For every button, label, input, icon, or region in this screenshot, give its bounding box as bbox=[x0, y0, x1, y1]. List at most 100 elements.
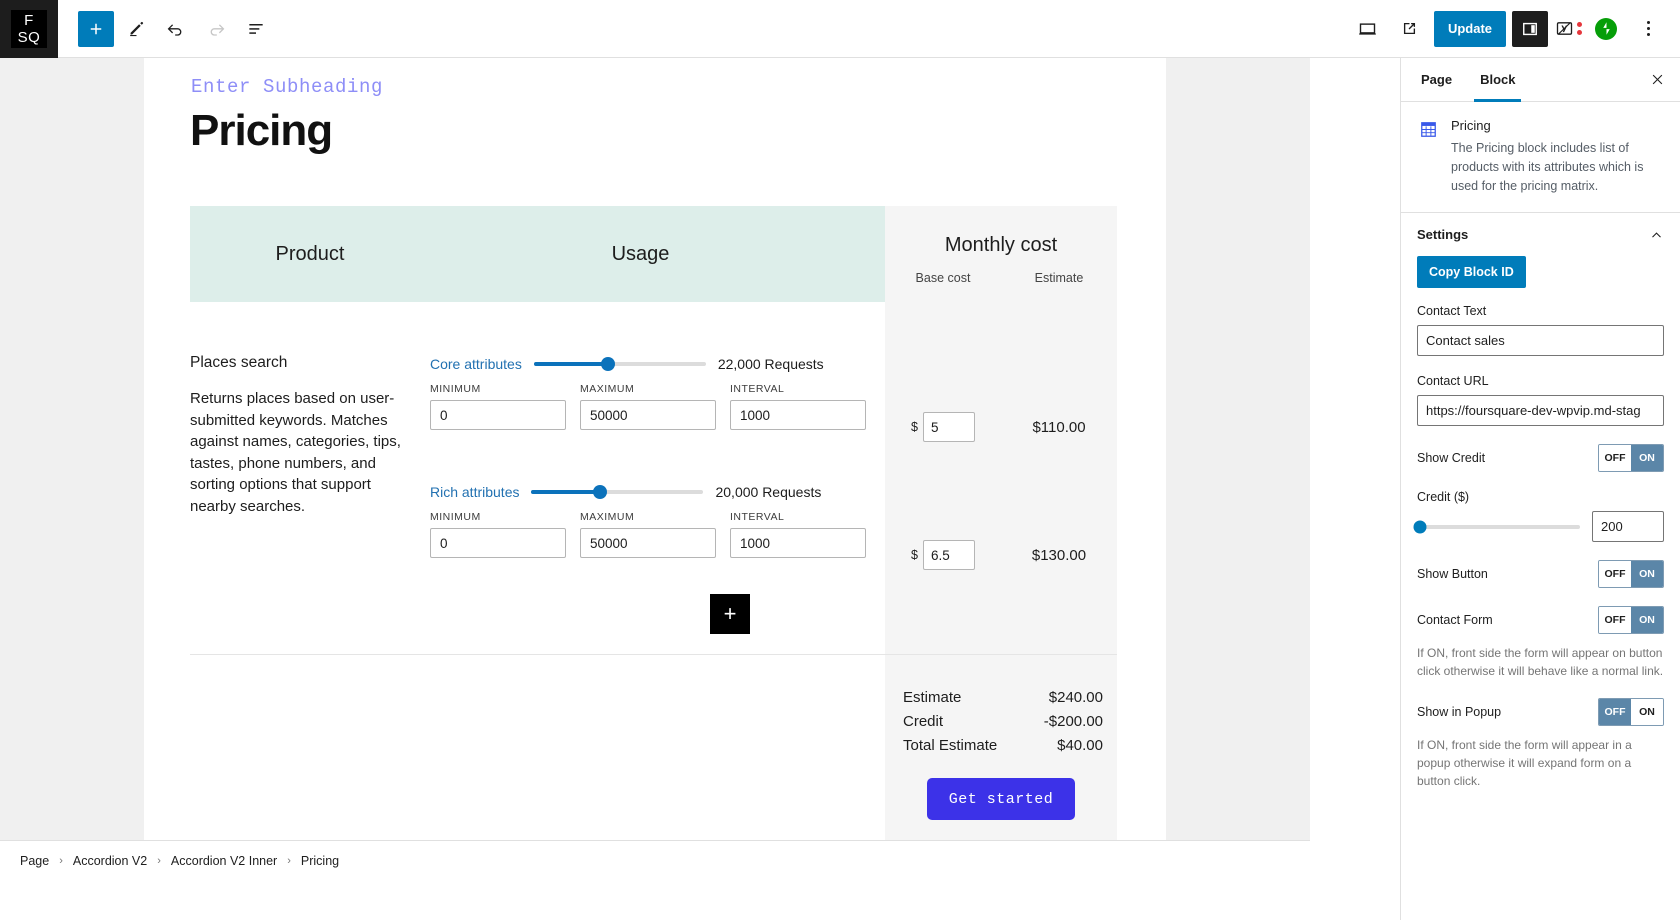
yoast-seo-button[interactable] bbox=[1554, 18, 1582, 39]
show-credit-toggle[interactable]: OFF ON bbox=[1598, 444, 1664, 472]
attribute-label[interactable]: Core attributes bbox=[430, 356, 522, 372]
close-sidebar-button[interactable] bbox=[1640, 63, 1674, 97]
pricing-block[interactable]: Product Usage Monthly cost Base cost Est… bbox=[190, 206, 1117, 845]
show-popup-label: Show in Popup bbox=[1417, 705, 1502, 719]
show-credit-on[interactable]: ON bbox=[1631, 445, 1663, 471]
close-icon bbox=[1652, 74, 1662, 85]
interval-input[interactable] bbox=[730, 528, 866, 558]
usage-slider[interactable] bbox=[533, 357, 706, 371]
attribute-fields: MINIMUM MAXIMUM INTERVAL bbox=[430, 383, 878, 430]
slider-thumb[interactable] bbox=[593, 485, 608, 499]
show-credit-label: Show Credit bbox=[1417, 451, 1486, 465]
field-minimum: MINIMUM bbox=[430, 383, 566, 430]
undo-button[interactable] bbox=[158, 11, 194, 47]
contact-form-help-text: If ON, front side the form will appear o… bbox=[1417, 646, 1664, 678]
contact-url-input[interactable] bbox=[1417, 395, 1664, 426]
slider-fill bbox=[531, 490, 601, 494]
get-started-button[interactable]: Get started bbox=[926, 778, 1076, 820]
credit-slider[interactable] bbox=[1413, 520, 1580, 533]
minimum-input[interactable] bbox=[430, 528, 566, 558]
sidebar-panel-icon bbox=[1523, 22, 1537, 35]
tab-block[interactable]: Block bbox=[1466, 58, 1529, 102]
pricing-header-left: Product Usage bbox=[190, 206, 885, 302]
usage-slider[interactable] bbox=[531, 485, 704, 499]
block-description: The Pricing block includes list of produ… bbox=[1451, 141, 1644, 193]
attribute-request-count: 20,000 Requests bbox=[715, 484, 822, 500]
preview-button[interactable] bbox=[1350, 11, 1386, 47]
base-cost-input[interactable] bbox=[922, 412, 975, 442]
breadcrumb-item-accordion-v2[interactable]: Accordion V2 bbox=[73, 854, 147, 868]
field-maximum: MAXIMUM bbox=[580, 383, 716, 430]
product-name[interactable]: Places search bbox=[190, 354, 420, 372]
total-row: Total Estimate $40.00 bbox=[899, 737, 1103, 754]
settings-heading: Settings bbox=[1417, 227, 1469, 242]
field-label-maximum: MAXIMUM bbox=[580, 383, 635, 395]
block-inspector-sidebar: Page Block Pricing The Pricing block inc… bbox=[1400, 58, 1680, 920]
field-label-minimum: MINIMUM bbox=[430, 383, 481, 395]
breadcrumb-item-accordion-v2-inner[interactable]: Accordion V2 Inner bbox=[171, 854, 277, 868]
show-button-on[interactable]: ON bbox=[1631, 561, 1663, 587]
pricing-table-footer: Estimate $240.00 Credit -$200.00 Total E… bbox=[190, 655, 1117, 845]
show-popup-on[interactable]: ON bbox=[1631, 699, 1663, 725]
copy-block-id-button[interactable]: Copy Block ID bbox=[1417, 256, 1526, 288]
field-label-interval: INTERVAL bbox=[730, 511, 785, 523]
interval-input[interactable] bbox=[730, 400, 866, 430]
maximum-input[interactable] bbox=[580, 528, 716, 558]
breadcrumb-item-pricing[interactable]: Pricing bbox=[301, 854, 339, 868]
add-attribute-row-button[interactable]: + bbox=[710, 594, 750, 634]
field-minimum: MINIMUM bbox=[430, 511, 566, 558]
show-popup-toggle[interactable]: OFF ON bbox=[1598, 698, 1664, 726]
subheading-placeholder[interactable]: Enter Subheading bbox=[191, 76, 383, 98]
footer-left-spacer bbox=[190, 655, 885, 845]
contact-form-row: Contact Form OFF ON bbox=[1417, 606, 1664, 634]
column-header-product: Product bbox=[275, 242, 345, 265]
product-description[interactable]: Returns places based on user-submitted k… bbox=[190, 388, 420, 517]
block-title: Pricing bbox=[1451, 118, 1491, 133]
view-page-button[interactable] bbox=[1392, 11, 1428, 47]
show-popup-off[interactable]: OFF bbox=[1599, 699, 1631, 725]
site-logo[interactable]: F SQ bbox=[0, 0, 58, 58]
list-view-button[interactable] bbox=[238, 11, 274, 47]
total-label: Total Estimate bbox=[903, 737, 998, 754]
total-row: Credit -$200.00 bbox=[899, 713, 1103, 730]
attribute-label[interactable]: Rich attributes bbox=[430, 484, 519, 500]
contact-form-toggle[interactable]: OFF ON bbox=[1598, 606, 1664, 634]
settings-panel-header[interactable]: Settings bbox=[1401, 213, 1680, 256]
more-options-button[interactable] bbox=[1630, 11, 1666, 47]
attribute-slider-row: Core attributes 22,000 Requests bbox=[430, 354, 878, 374]
editor-top-bar: F SQ Update bbox=[0, 0, 1680, 58]
credit-slider-thumb[interactable] bbox=[1413, 520, 1427, 533]
credit-value-input[interactable] bbox=[1592, 511, 1664, 542]
breadcrumb-item-page[interactable]: Page bbox=[20, 854, 49, 868]
credit-amount-label: Credit ($) bbox=[1417, 490, 1470, 504]
field-label-interval: INTERVAL bbox=[730, 383, 785, 395]
contact-form-off[interactable]: OFF bbox=[1599, 607, 1631, 633]
list-view-icon bbox=[249, 23, 263, 34]
pricing-table-body: Places search Returns places based on us… bbox=[190, 302, 1117, 655]
attribute-request-count: 22,000 Requests bbox=[717, 356, 824, 372]
show-button-toggle[interactable]: OFF ON bbox=[1598, 560, 1664, 588]
field-maximum: MAXIMUM bbox=[580, 511, 716, 558]
add-block-button[interactable] bbox=[78, 10, 114, 47]
tools-button[interactable] bbox=[118, 11, 154, 47]
logo-mark: F SQ bbox=[11, 9, 47, 48]
settings-sidebar-toggle[interactable] bbox=[1512, 10, 1548, 47]
minimum-input[interactable] bbox=[430, 400, 566, 430]
page-canvas[interactable]: Enter Subheading Pricing Product Usage M… bbox=[144, 58, 1166, 880]
show-credit-off[interactable]: OFF bbox=[1599, 445, 1631, 471]
currency-symbol: $ bbox=[911, 548, 918, 562]
maximum-input[interactable] bbox=[580, 400, 716, 430]
contact-text-input[interactable] bbox=[1417, 325, 1664, 356]
base-cost-input[interactable] bbox=[922, 540, 975, 570]
jetpack-button[interactable] bbox=[1588, 11, 1624, 47]
slider-thumb[interactable] bbox=[600, 357, 615, 371]
tab-page[interactable]: Page bbox=[1407, 58, 1466, 102]
totals-panel: Estimate $240.00 Credit -$200.00 Total E… bbox=[885, 655, 1117, 845]
total-value: $40.00 bbox=[1057, 737, 1103, 754]
logo-line-2: SQ bbox=[17, 28, 41, 46]
redo-button[interactable] bbox=[198, 11, 234, 47]
contact-form-on[interactable]: ON bbox=[1631, 607, 1663, 633]
show-button-off[interactable]: OFF bbox=[1599, 561, 1631, 587]
page-title[interactable]: Pricing bbox=[190, 106, 333, 156]
update-button[interactable]: Update bbox=[1433, 10, 1506, 47]
